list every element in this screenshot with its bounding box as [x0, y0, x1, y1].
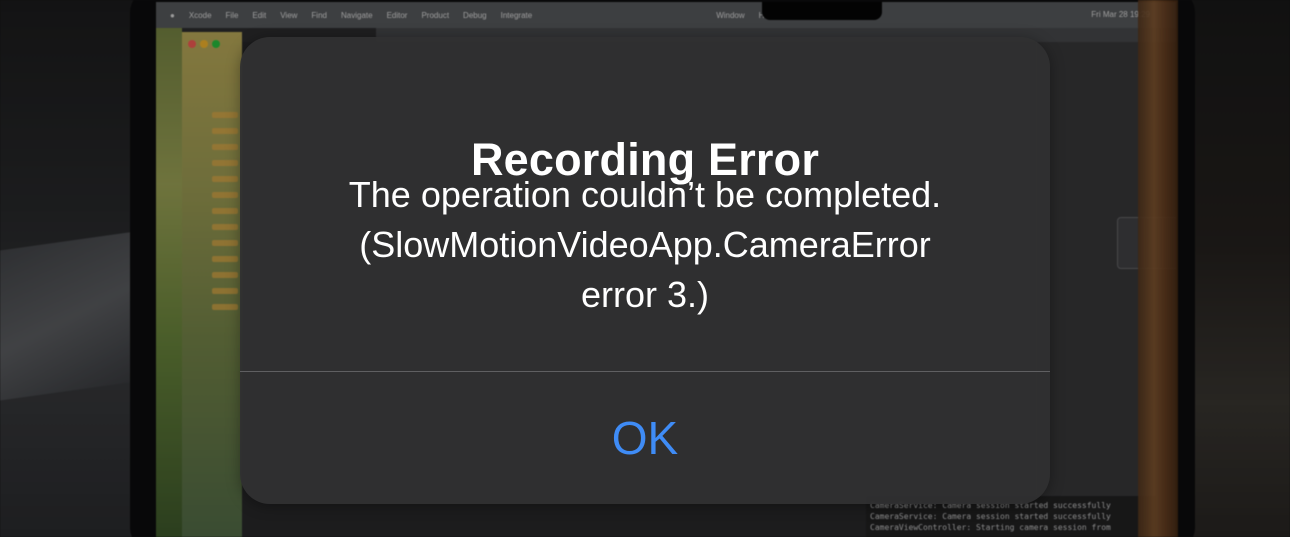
alert-message-line: The operation couldn’t be completed. — [348, 174, 942, 215]
ok-button[interactable]: OK — [240, 372, 1050, 504]
alert-message: The operation couldn’t be completed. (Sl… — [280, 170, 1010, 320]
alert-message-line: (SlowMotionVideoApp.CameraError — [359, 224, 931, 265]
recording-error-alert: Recording Error The operation couldn’t b… — [240, 37, 1050, 504]
alert-message-line: error 3.) — [580, 274, 710, 315]
